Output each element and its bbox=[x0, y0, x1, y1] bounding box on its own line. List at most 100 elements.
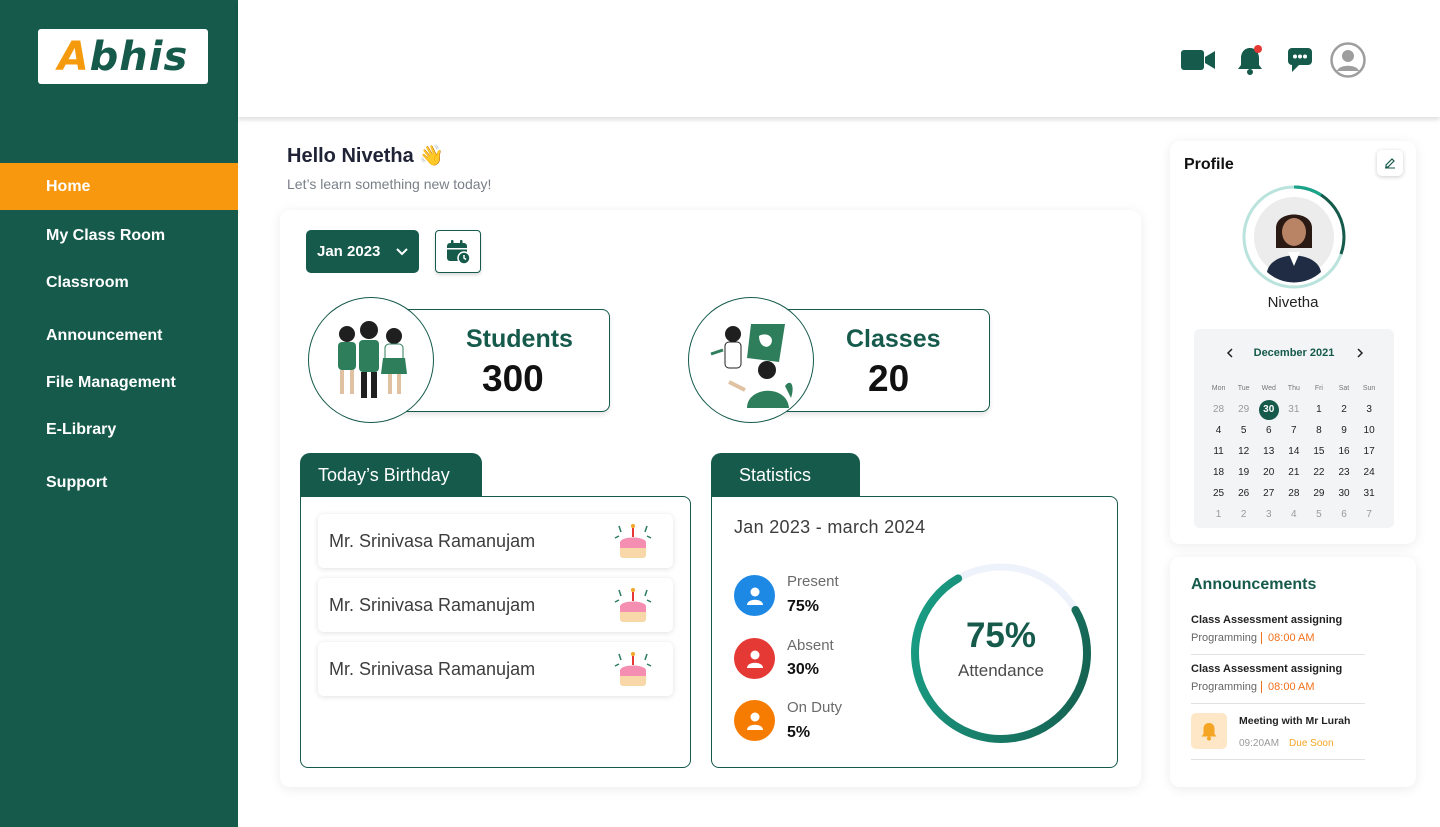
calendar-day[interactable]: 4 bbox=[1206, 425, 1231, 436]
chevron-down-icon bbox=[396, 248, 408, 256]
calendar-day[interactable]: 20 bbox=[1256, 467, 1281, 478]
sidebar-item-announcement[interactable]: Announcement bbox=[0, 312, 238, 359]
calendar-day[interactable]: 8 bbox=[1306, 425, 1331, 436]
logo-text: Abhis bbox=[57, 33, 189, 80]
announcement-title[interactable]: Class Assessment assigning bbox=[1191, 663, 1342, 675]
calendar-day[interactable]: 18 bbox=[1206, 467, 1231, 478]
calendar-day[interactable]: 9 bbox=[1331, 425, 1356, 436]
calendar-day[interactable]: 2 bbox=[1231, 509, 1256, 520]
calendar-day[interactable]: 28 bbox=[1206, 404, 1231, 415]
weekday-label: Sat bbox=[1338, 385, 1350, 392]
calendar-day[interactable]: 6 bbox=[1331, 509, 1356, 520]
calendar-day[interactable]: 6 bbox=[1256, 425, 1281, 436]
reminder-meta: 09:20AM Due Soon bbox=[1239, 738, 1334, 749]
edit-profile-button[interactable] bbox=[1377, 150, 1403, 176]
calendar-day[interactable]: 12 bbox=[1231, 446, 1256, 457]
calendar-day[interactable]: 7 bbox=[1357, 509, 1382, 520]
calendar-day[interactable]: 11 bbox=[1206, 446, 1231, 457]
user-avatar-icon[interactable] bbox=[1330, 42, 1366, 78]
calendar-day[interactable]: 14 bbox=[1281, 446, 1306, 457]
calendar-button[interactable] bbox=[435, 230, 481, 273]
on-duty-label: On Duty bbox=[787, 699, 843, 716]
calendar-day[interactable]: 23 bbox=[1331, 467, 1356, 478]
calendar-day[interactable]: 3 bbox=[1256, 509, 1281, 520]
students-value: 300 bbox=[482, 358, 544, 399]
classes-illustration bbox=[688, 297, 814, 423]
month-select[interactable]: Jan 2023 bbox=[306, 230, 419, 273]
divider bbox=[1191, 654, 1365, 655]
calendar-day[interactable]: 7 bbox=[1281, 425, 1306, 436]
calendar-day[interactable]: 28 bbox=[1281, 488, 1306, 499]
calendar-day[interactable]: 15 bbox=[1306, 446, 1331, 457]
tab-statistics[interactable]: Statistics bbox=[711, 453, 860, 497]
calendar-day[interactable]: 2 bbox=[1331, 404, 1356, 415]
video-camera-icon[interactable] bbox=[1180, 42, 1216, 78]
announcement-title[interactable]: Class Assessment assigning bbox=[1191, 614, 1342, 626]
calendar-day[interactable]: 31 bbox=[1281, 404, 1306, 415]
calendar-day[interactable]: 24 bbox=[1357, 467, 1382, 478]
sidebar-item-support[interactable]: Support bbox=[0, 459, 238, 506]
calendar-day[interactable]: 30 bbox=[1256, 399, 1281, 420]
calendar-day[interactable]: 27 bbox=[1256, 488, 1281, 499]
birthday-name: Mr. Srinivasa Ramanujam bbox=[329, 531, 536, 551]
calendar-day[interactable]: 30 bbox=[1331, 488, 1356, 499]
weekday-label: Fri bbox=[1314, 385, 1323, 392]
weekday-label: Thu bbox=[1287, 385, 1300, 392]
sidebar-item-e-library[interactable]: E-Library bbox=[0, 406, 238, 453]
calendar-day[interactable]: 26 bbox=[1231, 488, 1256, 499]
bell-icon[interactable] bbox=[1232, 42, 1268, 78]
calendar-day[interactable]: 29 bbox=[1231, 404, 1256, 415]
edit-icon bbox=[1385, 158, 1395, 169]
calendar-week-row: 11 12 13 14 15 16 17 bbox=[1206, 441, 1382, 462]
calendar-day[interactable]: 22 bbox=[1306, 467, 1331, 478]
on-duty-value: 5% bbox=[787, 724, 811, 741]
reminder-bell-icon bbox=[1191, 713, 1227, 749]
greeting-subtitle: Let’s learn something new today! bbox=[287, 176, 492, 192]
calendar-day[interactable]: 3 bbox=[1357, 404, 1382, 415]
attendance-percent: 75% bbox=[965, 616, 1037, 655]
calendar-week-row: 28 29 30 31 1 2 3 bbox=[1206, 399, 1382, 420]
students-label: Students bbox=[466, 325, 573, 353]
avatar[interactable] bbox=[1241, 184, 1347, 290]
calendar-day[interactable]: 5 bbox=[1306, 509, 1331, 520]
chat-icon[interactable] bbox=[1282, 42, 1318, 78]
absent-user-icon bbox=[734, 638, 775, 679]
calendar-day[interactable]: 13 bbox=[1256, 446, 1281, 457]
weekday-label: Tue bbox=[1237, 385, 1250, 392]
classes-value: 20 bbox=[868, 358, 910, 399]
calendar-day[interactable]: 5 bbox=[1231, 425, 1256, 436]
calendar-weekday-row: Mon Tue Wed Thu Fri Sat Sun bbox=[1206, 378, 1382, 399]
calendar-day[interactable]: 17 bbox=[1357, 446, 1382, 457]
calendar-day[interactable]: 25 bbox=[1206, 488, 1231, 499]
sidebar-item-my-class-room[interactable]: My Class Room bbox=[0, 212, 238, 259]
birthday-name: Mr. Srinivasa Ramanujam bbox=[329, 659, 536, 679]
calendar-day[interactable]: 31 bbox=[1357, 488, 1382, 499]
calendar-day[interactable]: 16 bbox=[1331, 446, 1356, 457]
sidebar-item-classroom[interactable]: Classroom bbox=[0, 259, 238, 306]
announcement-meta: Programming 08:00 AM bbox=[1191, 632, 1315, 644]
calendar-day[interactable]: 21 bbox=[1281, 467, 1306, 478]
calendar-clock-icon bbox=[447, 239, 471, 265]
calendar-day[interactable]: 29 bbox=[1306, 488, 1331, 499]
calendar-week-row: 1234567 bbox=[1206, 504, 1382, 525]
birthday-list-item[interactable]: Mr. Srinivasa Ramanujam bbox=[318, 642, 673, 696]
calendar-day[interactable]: 19 bbox=[1231, 467, 1256, 478]
calendar-week-row: 4 5 6 7 8 9 10 bbox=[1206, 420, 1382, 441]
calendar-day[interactable]: 4 bbox=[1281, 509, 1306, 520]
greeting-title: Hello Nivetha 👋 bbox=[287, 145, 445, 167]
profile-title: Profile bbox=[1184, 156, 1234, 173]
present-user-icon bbox=[734, 575, 775, 616]
announcements-title: Announcements bbox=[1191, 576, 1317, 593]
birthday-list-item[interactable]: Mr. Srinivasa Ramanujam bbox=[318, 578, 673, 632]
divider bbox=[1191, 759, 1365, 760]
calendar-next-button[interactable] bbox=[1352, 345, 1368, 361]
calendar-day[interactable]: 1 bbox=[1206, 509, 1231, 520]
birthday-list-item[interactable]: Mr. Srinivasa Ramanujam bbox=[318, 514, 673, 568]
tab-todays-birthday[interactable]: Today’s Birthday bbox=[300, 453, 482, 497]
calendar-day[interactable]: 10 bbox=[1357, 425, 1382, 436]
calendar-day[interactable]: 1 bbox=[1306, 404, 1331, 415]
logo[interactable]: Abhis bbox=[38, 29, 208, 84]
sidebar-item-home[interactable]: Home bbox=[0, 163, 238, 210]
sidebar-item-file-management[interactable]: File Management bbox=[0, 359, 238, 406]
reminder-title[interactable]: Meeting with Mr Lurah bbox=[1239, 715, 1350, 727]
